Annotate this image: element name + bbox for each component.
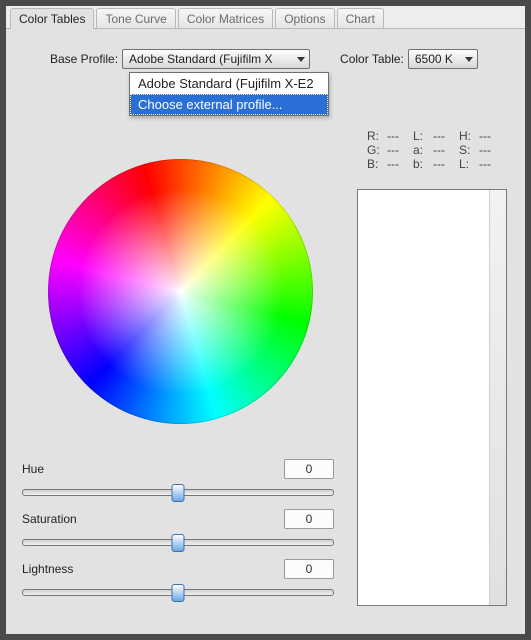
tab-options[interactable]: Options: [275, 8, 334, 29]
tab-strip: Color Tables Tone Curve Color Matrices O…: [6, 6, 525, 28]
lightness-label: Lightness: [22, 562, 73, 576]
color-tables-panel: Base Profile: Adobe Standard (Fujifilm X…: [6, 28, 525, 634]
color-wheel[interactable]: [48, 159, 313, 424]
color-table-label: Color Table:: [340, 52, 404, 66]
lightness-slider[interactable]: [22, 581, 334, 601]
color-list[interactable]: [357, 189, 507, 606]
lightness-slider-row: Lightness 0: [22, 559, 334, 601]
lightness-value[interactable]: 0: [284, 559, 334, 579]
stats-row: B:--- b:--- L:---: [367, 157, 505, 171]
base-profile-value: Adobe Standard (Fujifilm X: [129, 52, 272, 66]
saturation-label: Saturation: [22, 512, 77, 526]
base-profile-dropdown[interactable]: Adobe Standard (Fujifilm X: [122, 49, 310, 69]
color-table-dropdown[interactable]: 6500 K: [408, 49, 478, 69]
tab-color-matrices[interactable]: Color Matrices: [178, 8, 273, 29]
saturation-slider[interactable]: [22, 531, 334, 551]
hue-value[interactable]: 0: [284, 459, 334, 479]
tab-color-tables[interactable]: Color Tables: [10, 8, 94, 29]
slider-thumb[interactable]: [172, 584, 185, 602]
tab-chart[interactable]: Chart: [337, 8, 384, 29]
slider-thumb[interactable]: [172, 534, 185, 552]
stats-row: G:--- a:--- S:---: [367, 143, 505, 157]
tab-tone-curve[interactable]: Tone Curve: [96, 8, 175, 29]
base-profile-label: Base Profile:: [50, 52, 118, 66]
chevron-down-icon: [465, 57, 473, 62]
hue-label: Hue: [22, 462, 44, 476]
dropdown-option-adobe-standard[interactable]: Adobe Standard (Fujifilm X-E2: [130, 73, 328, 94]
color-stats: R:--- L:--- H:--- G:--- a:--- S:--- B:--…: [367, 129, 505, 171]
chevron-down-icon: [297, 57, 305, 62]
dropdown-option-choose-external[interactable]: Choose external profile...: [130, 94, 328, 115]
saturation-value[interactable]: 0: [284, 509, 334, 529]
saturation-slider-row: Saturation 0: [22, 509, 334, 551]
slider-thumb[interactable]: [172, 484, 185, 502]
stats-row: R:--- L:--- H:---: [367, 129, 505, 143]
color-table-value: 6500 K: [415, 52, 453, 66]
hue-slider[interactable]: [22, 481, 334, 501]
base-profile-dropdown-list: Adobe Standard (Fujifilm X-E2 Choose ext…: [129, 72, 329, 116]
hue-slider-row: Hue 0: [22, 459, 334, 501]
